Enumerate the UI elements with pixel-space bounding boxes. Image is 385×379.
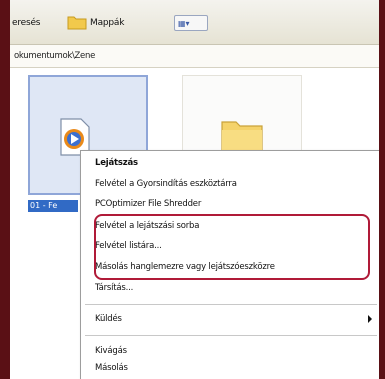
menu-item-file-shredder[interactable]: PCOptimizer File Shredder <box>95 199 201 209</box>
highlight-annotation <box>94 214 370 280</box>
menu-item-open-with[interactable]: Társítás... <box>95 283 133 293</box>
explorer-window: eresés Mappák ▦▾ okumentumok\Zene 01 - F… <box>10 0 379 379</box>
menu-item-quick-launch[interactable]: Felvétel a Gyorsindítás eszköztárra <box>95 179 237 189</box>
file-name-label: 01 - Fe <box>28 200 78 212</box>
menu-item-play[interactable]: Lejátszás <box>95 158 138 168</box>
submenu-arrow-icon <box>368 315 372 323</box>
menu-item-copy[interactable]: Másolás <box>95 363 128 373</box>
address-bar[interactable]: okumentumok\Zene <box>10 45 379 68</box>
folder-icon <box>67 16 87 30</box>
search-button[interactable]: eresés <box>12 18 40 28</box>
menu-item-cut[interactable]: Kivágás <box>95 346 127 356</box>
address-path: okumentumok\Zene <box>14 51 96 61</box>
folders-button[interactable]: Mappák <box>90 18 124 28</box>
views-button[interactable]: ▦▾ <box>174 15 208 31</box>
menu-separator <box>85 335 377 336</box>
menu-item-send-to[interactable]: Küldés <box>95 314 122 324</box>
menu-separator <box>85 304 377 305</box>
views-icon: ▦▾ <box>178 19 190 28</box>
toolbar: eresés Mappák ▦▾ <box>10 0 379 45</box>
